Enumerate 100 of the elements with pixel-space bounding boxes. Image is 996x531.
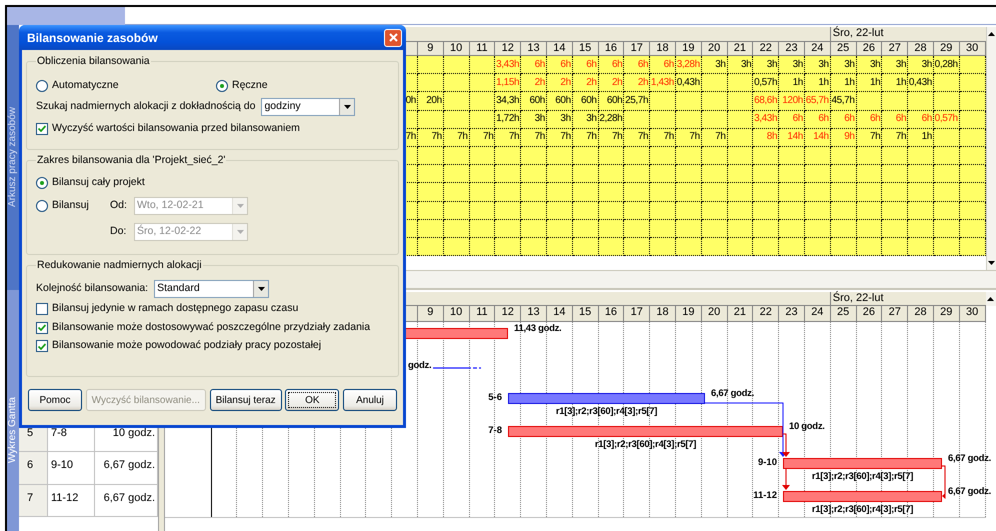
work-value: 3h [922, 58, 932, 71]
work-value: 3h [818, 58, 829, 71]
timescale-day-cell: 12 [495, 42, 522, 56]
timescale-day-cell: 17 [624, 42, 650, 56]
view-label: Arkusz pracy zasobów [7, 107, 19, 208]
work-value: 1,15h [496, 76, 520, 89]
work-value: 3h [534, 113, 545, 126]
work-value: 7h [638, 131, 648, 144]
work-value: 6h [922, 113, 932, 126]
work-value: 60h [529, 94, 545, 107]
work-value: 7h [870, 131, 880, 144]
work-value: 7h [534, 131, 545, 144]
work-value: 2,28h [599, 113, 622, 126]
work-value: 7h [896, 131, 906, 144]
timescale-day-cell: 26 [856, 306, 882, 322]
timescale-day-cell: 30 [960, 306, 986, 322]
timescale-day-cell: 20 [702, 306, 728, 322]
timescale-day-cell: 14 [546, 306, 573, 322]
timescale-day-cell: 22 [753, 306, 780, 322]
work-value: 7h [664, 131, 674, 144]
task-label: 5-6 [488, 392, 502, 404]
timescale-day-cell: 28 [908, 306, 934, 322]
timescale-day-cell: 16 [598, 306, 624, 322]
timescale-day-cell: 21 [728, 42, 754, 56]
duration-label: 6,67 godz. [948, 453, 991, 465]
work-value: 6h [844, 113, 855, 126]
resource-label: r1[3];r2;r3[60];r4[3];r5[7] [594, 438, 696, 450]
work-value: 1,43h [650, 76, 674, 89]
timescale-day-cell: 18 [650, 42, 676, 56]
table-cell: 11-12 [48, 484, 95, 516]
work-value: 7h [406, 131, 416, 144]
checkbox-label: Bilansuj jedynie w ramach dostępnego zapasu czasu [52, 301, 298, 316]
work-value: 3,28h [676, 58, 700, 71]
work-value: 6h [638, 58, 648, 71]
field-label: Kolejność bilansowania: [36, 280, 148, 296]
task-label: 11-12 [753, 490, 777, 502]
timescale-day-cell: 24 [804, 42, 831, 56]
timescale-day-cell: 24 [804, 306, 831, 322]
work-value: 0h [406, 94, 416, 107]
timescale-day-cell: 9 [418, 42, 444, 56]
work-value: 7h [612, 131, 622, 144]
timescale-day-cell: 19 [676, 306, 702, 322]
work-value: 1h [792, 76, 803, 89]
field-label: Szukaj nadmiernych alokacji z dokładnością do [36, 98, 256, 114]
timescale-day-cell: 29 [934, 42, 960, 56]
work-value: 3h [792, 58, 803, 71]
work-value: 68,6h [754, 94, 778, 107]
work-value: 3,43h [754, 113, 778, 126]
window-title: Bilansowanie zasobów [27, 30, 158, 46]
timescale-day-cell: 9 [418, 306, 444, 322]
group-title: Obliczenia bilansowania [36, 54, 151, 69]
work-value: 6h [792, 113, 803, 126]
work-value: 7h [715, 131, 726, 144]
timescale-day-cell: 11 [470, 306, 496, 322]
work-value: 1h [922, 131, 932, 144]
timescale-day-cell: 15 [572, 306, 599, 322]
work-value: 6h [664, 58, 674, 71]
timescale-day-cell: 30 [960, 42, 986, 56]
radio-label: Bilansuj cały projekt [52, 174, 145, 190]
timescale-day-cell: 23 [779, 306, 805, 322]
work-value: 45,7h [831, 94, 855, 107]
timescale-day-cell: 10 [444, 42, 470, 56]
work-value: 60h [581, 94, 597, 107]
task-label: 9-10 [758, 457, 777, 469]
table-cell: 6 [19, 452, 48, 484]
work-value: 0,57h [934, 113, 958, 126]
work-value: 6h [612, 58, 622, 71]
work-value: 3h [766, 58, 778, 71]
work-value: 0,43h [908, 76, 932, 89]
work-value: 60h [555, 94, 571, 107]
timescale-day-cell: 17 [624, 306, 650, 322]
resource-label: r1[3];r2;r3[60];r4[3];r5[7] [556, 406, 658, 418]
resource-label: r1[3];r2;r3[60];r4[3];r5[7] [812, 471, 914, 483]
work-value: 14h [787, 131, 803, 144]
timescale-day-cell: 11 [470, 42, 496, 56]
timescale-day-cell: 12 [495, 306, 522, 322]
work-value: 7h [560, 131, 571, 144]
work-value: 6h [586, 58, 597, 71]
timescale-day-cell: 16 [598, 42, 624, 56]
timescale-day-cell: 28 [908, 42, 934, 56]
work-value: 3h [586, 113, 597, 126]
work-value: 1,72h [496, 113, 520, 126]
duration-label: 11,43 godz. [514, 323, 562, 335]
radio-label: Ręczne [232, 78, 268, 93]
work-value: 2h [612, 76, 622, 89]
work-value: 2h [586, 76, 597, 89]
work-value: 60h [606, 94, 622, 107]
duration-label: 6,67 godz. [711, 388, 754, 400]
radio-label: Automatyczne [52, 78, 119, 93]
timescale-day-cell: 20 [702, 42, 728, 56]
work-value: 3h [741, 58, 752, 71]
timescale-day-cell: 25 [830, 306, 857, 322]
work-value: 7h [508, 131, 520, 144]
work-value: 7h [431, 131, 442, 144]
timescale-day-cell: 13 [521, 306, 547, 322]
field-label: Do: [110, 224, 128, 239]
work-value: 20h [426, 94, 442, 107]
timescale-week-cell: Śro, 22-lut [830, 292, 986, 306]
timescale-week-cell: Śro, 22-lut [830, 27, 986, 42]
table-cell: 7 [19, 484, 48, 516]
